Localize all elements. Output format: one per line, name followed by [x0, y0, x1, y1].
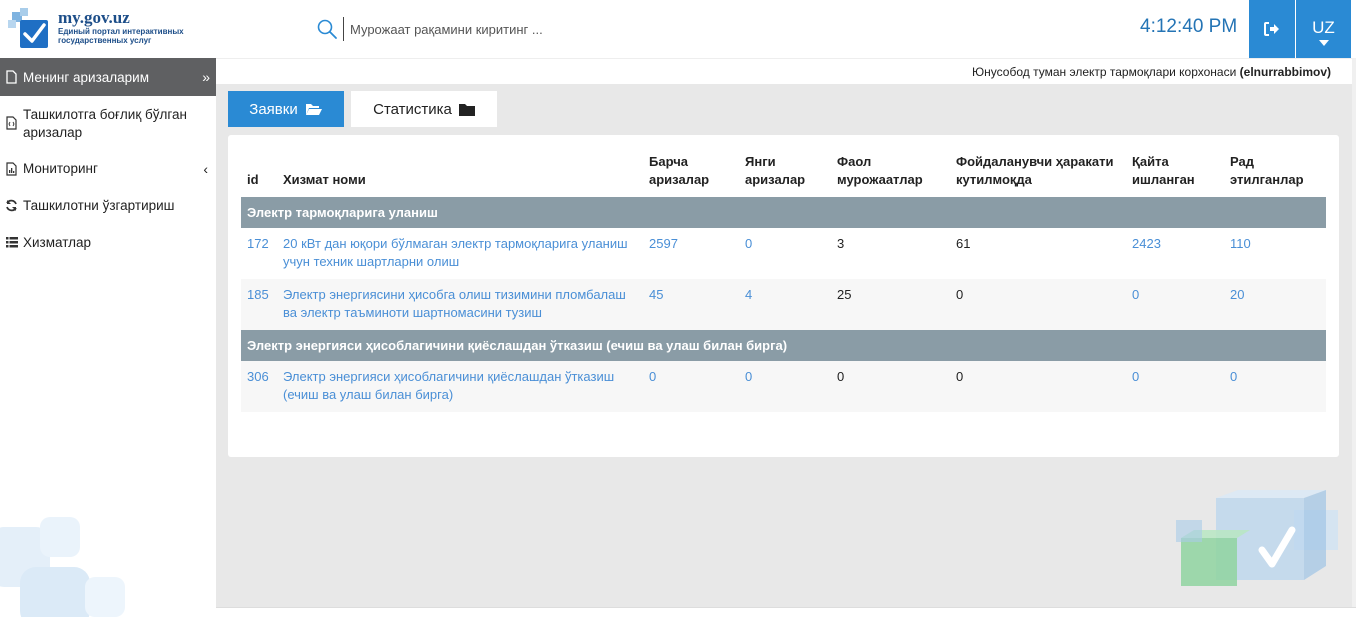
user-organization: Юнусобод туман электр тармоқлари корхона…	[972, 65, 1331, 79]
sidebar-item-label: Мониторинг	[23, 161, 98, 176]
decorative-cubes	[1176, 490, 1338, 586]
file-code-icon	[4, 115, 19, 130]
cell-reworked[interactable]: 2423	[1126, 228, 1224, 279]
column-header-service[interactable]: Хизмат номи	[277, 149, 643, 197]
cell-reworked[interactable]: 0	[1126, 361, 1224, 412]
sidebar-item-monitoring[interactable]: Мониторинг ‹	[0, 161, 216, 177]
cell-all[interactable]: 0	[643, 361, 739, 412]
cell-new[interactable]: 4	[739, 279, 831, 330]
folder-open-icon	[305, 102, 323, 116]
cell-active: 3	[831, 228, 950, 279]
chevron-left-icon: ‹	[203, 161, 208, 177]
sidebar-item-org-applications[interactable]: Ташкилотга боғлиқ бўлган аризалар	[0, 106, 216, 142]
search-input[interactable]	[350, 17, 670, 41]
cell-reworked[interactable]: 0	[1126, 279, 1224, 330]
sidebar-item-label: Хизматлар	[23, 235, 92, 250]
group-title: Электр энергияси ҳисоблагичини қиёслашда…	[241, 330, 1326, 361]
decorative-shapes	[0, 517, 125, 617]
cell-active: 25	[831, 279, 950, 330]
search-divider	[343, 17, 344, 41]
cell-active: 0	[831, 361, 950, 412]
user-info-bar: Юнусобод туман электр тармоқлари корхона…	[216, 58, 1356, 84]
footer-bar	[216, 607, 1356, 617]
cell-waiting: 0	[950, 279, 1126, 330]
group-row: Электр тармоқларига уланиш	[241, 197, 1326, 228]
applications-table: id Хизмат номи Барча аризалар Янги ариза…	[241, 149, 1326, 412]
cell-rejected[interactable]: 110	[1224, 228, 1326, 279]
tab-requests[interactable]: Заявки	[228, 91, 344, 127]
double-chevron-right-icon[interactable]: »	[202, 69, 210, 85]
tab-label: Заявки	[249, 100, 298, 118]
file-icon	[4, 70, 19, 85]
logo[interactable]: my.gov.uz Единый портал интерактивных го…	[8, 6, 218, 52]
search-icon[interactable]	[316, 18, 338, 40]
clock: 4:12:40 PM	[1140, 16, 1238, 37]
group-title: Электр тармоқларига уланиш	[241, 197, 1326, 228]
sidebar-item-label: Ташкилотга боғлиқ бўлган аризалар	[23, 107, 187, 140]
table-row: 185 Электр энергиясини ҳисобга олиш тизи…	[241, 279, 1326, 330]
logo-checkbox-icon	[8, 8, 48, 48]
table-row: 306 Электр энергияси ҳисоблагичини қиёсл…	[241, 361, 1326, 412]
chart-file-icon	[4, 161, 19, 176]
tab-label: Статистика	[373, 100, 452, 118]
top-header: my.gov.uz Единый портал интерактивных го…	[0, 0, 1356, 58]
cell-service[interactable]: Электр энергиясини ҳисобга олиш тизимини…	[277, 279, 643, 330]
column-header-waiting[interactable]: Фойдаланувчи ҳаракати кутилмоқда	[950, 149, 1126, 197]
caret-down-icon	[1318, 40, 1329, 46]
sidebar-item-my-applications[interactable]: Менинг аризаларим »	[0, 58, 216, 96]
column-header-rejected[interactable]: Рад этилганлар	[1224, 149, 1326, 197]
cell-waiting: 61	[950, 228, 1126, 279]
cell-id[interactable]: 185	[241, 279, 277, 330]
folder-icon	[458, 103, 475, 116]
logout-button[interactable]	[1249, 0, 1295, 58]
list-icon	[4, 235, 19, 250]
scrollbar[interactable]	[1352, 58, 1356, 607]
column-header-new[interactable]: Янги аризалар	[739, 149, 831, 197]
column-header-id[interactable]: id	[241, 149, 277, 197]
cell-waiting: 0	[950, 361, 1126, 412]
tab-statistics[interactable]: Статистика	[351, 91, 497, 127]
cell-rejected[interactable]: 20	[1224, 279, 1326, 330]
logo-title: my.gov.uz	[58, 8, 130, 27]
sidebar-item-services[interactable]: Хизматлар	[0, 235, 216, 250]
organization-name: Юнусобод туман электр тармоқлари корхона…	[972, 65, 1237, 79]
language-selector[interactable]: UZ	[1296, 0, 1351, 58]
cell-all[interactable]: 45	[643, 279, 739, 330]
applications-panel: id Хизмат номи Барча аризалар Янги ариза…	[228, 135, 1339, 457]
group-row: Электр энергияси ҳисоблагичини қиёслашда…	[241, 330, 1326, 361]
column-header-active[interactable]: Фаол мурожаатлар	[831, 149, 950, 197]
cell-rejected[interactable]: 0	[1224, 361, 1326, 412]
cell-id[interactable]: 172	[241, 228, 277, 279]
cell-id[interactable]: 306	[241, 361, 277, 412]
column-header-all[interactable]: Барча аризалар	[643, 149, 739, 197]
table-row: 172 20 кВт дан юқори бўлмаган электр тар…	[241, 228, 1326, 279]
sidebar-item-label: Ташкилотни ўзгартириш	[23, 198, 175, 213]
cell-service[interactable]: Электр энергияси ҳисоблагичини қиёслашда…	[277, 361, 643, 412]
cell-all[interactable]: 2597	[643, 228, 739, 279]
cell-new[interactable]: 0	[739, 228, 831, 279]
search-bar	[316, 16, 676, 42]
logo-subtitle: Единый портал интерактивных государствен…	[58, 27, 184, 45]
sign-out-icon	[1264, 22, 1279, 36]
sidebar-item-change-organization[interactable]: Ташкилотни ўзгартириш	[0, 198, 216, 213]
column-header-reworked[interactable]: Қайта ишланган	[1126, 149, 1224, 197]
sidebar-item-label: Менинг аризаларим	[23, 69, 150, 85]
refresh-icon	[4, 198, 19, 213]
table-header-row: id Хизмат номи Барча аризалар Янги ариза…	[241, 149, 1326, 197]
cell-new[interactable]: 0	[739, 361, 831, 412]
username: (elnurrabbimov)	[1239, 65, 1331, 79]
language-label: UZ	[1312, 18, 1335, 37]
sidebar: Менинг аризаларим » Ташкилотга боғлиқ бў…	[0, 58, 216, 617]
cell-service[interactable]: 20 кВт дан юқори бўлмаган электр тармоқл…	[277, 228, 643, 279]
